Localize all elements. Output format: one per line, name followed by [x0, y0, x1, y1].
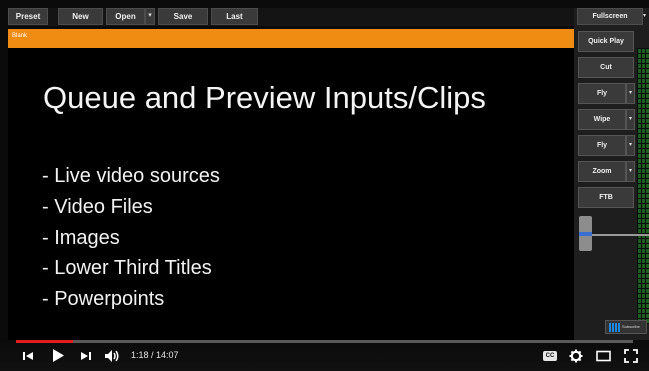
preset-button[interactable]: Preset: [8, 8, 48, 25]
fly-transition-button[interactable]: Fly: [578, 83, 626, 104]
subscribe-watermark[interactable]: Subscribe: [605, 320, 647, 334]
fly-transition-2-button[interactable]: Fly: [578, 135, 626, 156]
fullscreen-icon[interactable]: [624, 349, 638, 363]
fly-transition-2-dropdown-icon[interactable]: ▾: [626, 135, 635, 156]
save-button[interactable]: Save: [158, 8, 208, 25]
subscribe-logo-icon: [609, 323, 620, 332]
slide-bullet-list: - Live video sources - Video Files - Ima…: [42, 161, 220, 315]
captions-icon[interactable]: CC: [543, 351, 557, 361]
wipe-transition-button[interactable]: Wipe: [578, 109, 626, 130]
progress-bar-played: [16, 340, 73, 343]
audio-level-meter: [637, 48, 649, 324]
open-button[interactable]: Open: [106, 8, 145, 25]
bullet-item: - Live video sources: [42, 165, 220, 187]
bullet-item: - Powerpoints: [42, 288, 165, 311]
time-display: 1:18 / 14:07: [131, 350, 179, 360]
volume-icon[interactable]: [104, 349, 120, 363]
play-icon[interactable]: [51, 348, 65, 363]
fullscreen-dropdown-arrow-icon[interactable]: ▾: [643, 8, 649, 25]
bullet-item: - Images: [42, 226, 120, 249]
subscribe-label: Subscribe: [622, 324, 640, 329]
skip-previous-icon[interactable]: [22, 350, 34, 362]
open-dropdown-arrow-icon[interactable]: ▾: [145, 8, 155, 25]
t-bar-indicator: [579, 232, 592, 236]
ftb-button[interactable]: FTB: [578, 187, 634, 208]
quick-play-button[interactable]: Quick Play: [578, 31, 634, 52]
zoom-transition-button[interactable]: Zoom: [578, 161, 626, 182]
new-button[interactable]: New: [58, 8, 103, 25]
last-button[interactable]: Last: [211, 8, 258, 25]
wipe-transition-dropdown-icon[interactable]: ▾: [626, 109, 635, 130]
settings-icon[interactable]: [569, 349, 583, 363]
cut-button[interactable]: Cut: [578, 57, 634, 78]
input-title: Blank: [12, 33, 28, 39]
slide-title: Queue and Preview Inputs/Clips: [43, 80, 486, 115]
fly-transition-dropdown-icon[interactable]: ▾: [626, 83, 635, 104]
skip-next-icon[interactable]: [80, 350, 92, 362]
bullet-item: - Lower Third Titles: [42, 257, 212, 280]
zoom-transition-dropdown-icon[interactable]: ▾: [626, 161, 635, 182]
bullet-item: - Video Files: [42, 195, 153, 218]
progress-bar[interactable]: [16, 340, 633, 343]
fullscreen-button[interactable]: Fullscreen: [577, 8, 643, 25]
input-title-bar[interactable]: Blank: [8, 29, 574, 48]
preview-slide: Queue and Preview Inputs/Clips - Live vi…: [8, 48, 574, 340]
theater-mode-icon[interactable]: [596, 350, 611, 362]
